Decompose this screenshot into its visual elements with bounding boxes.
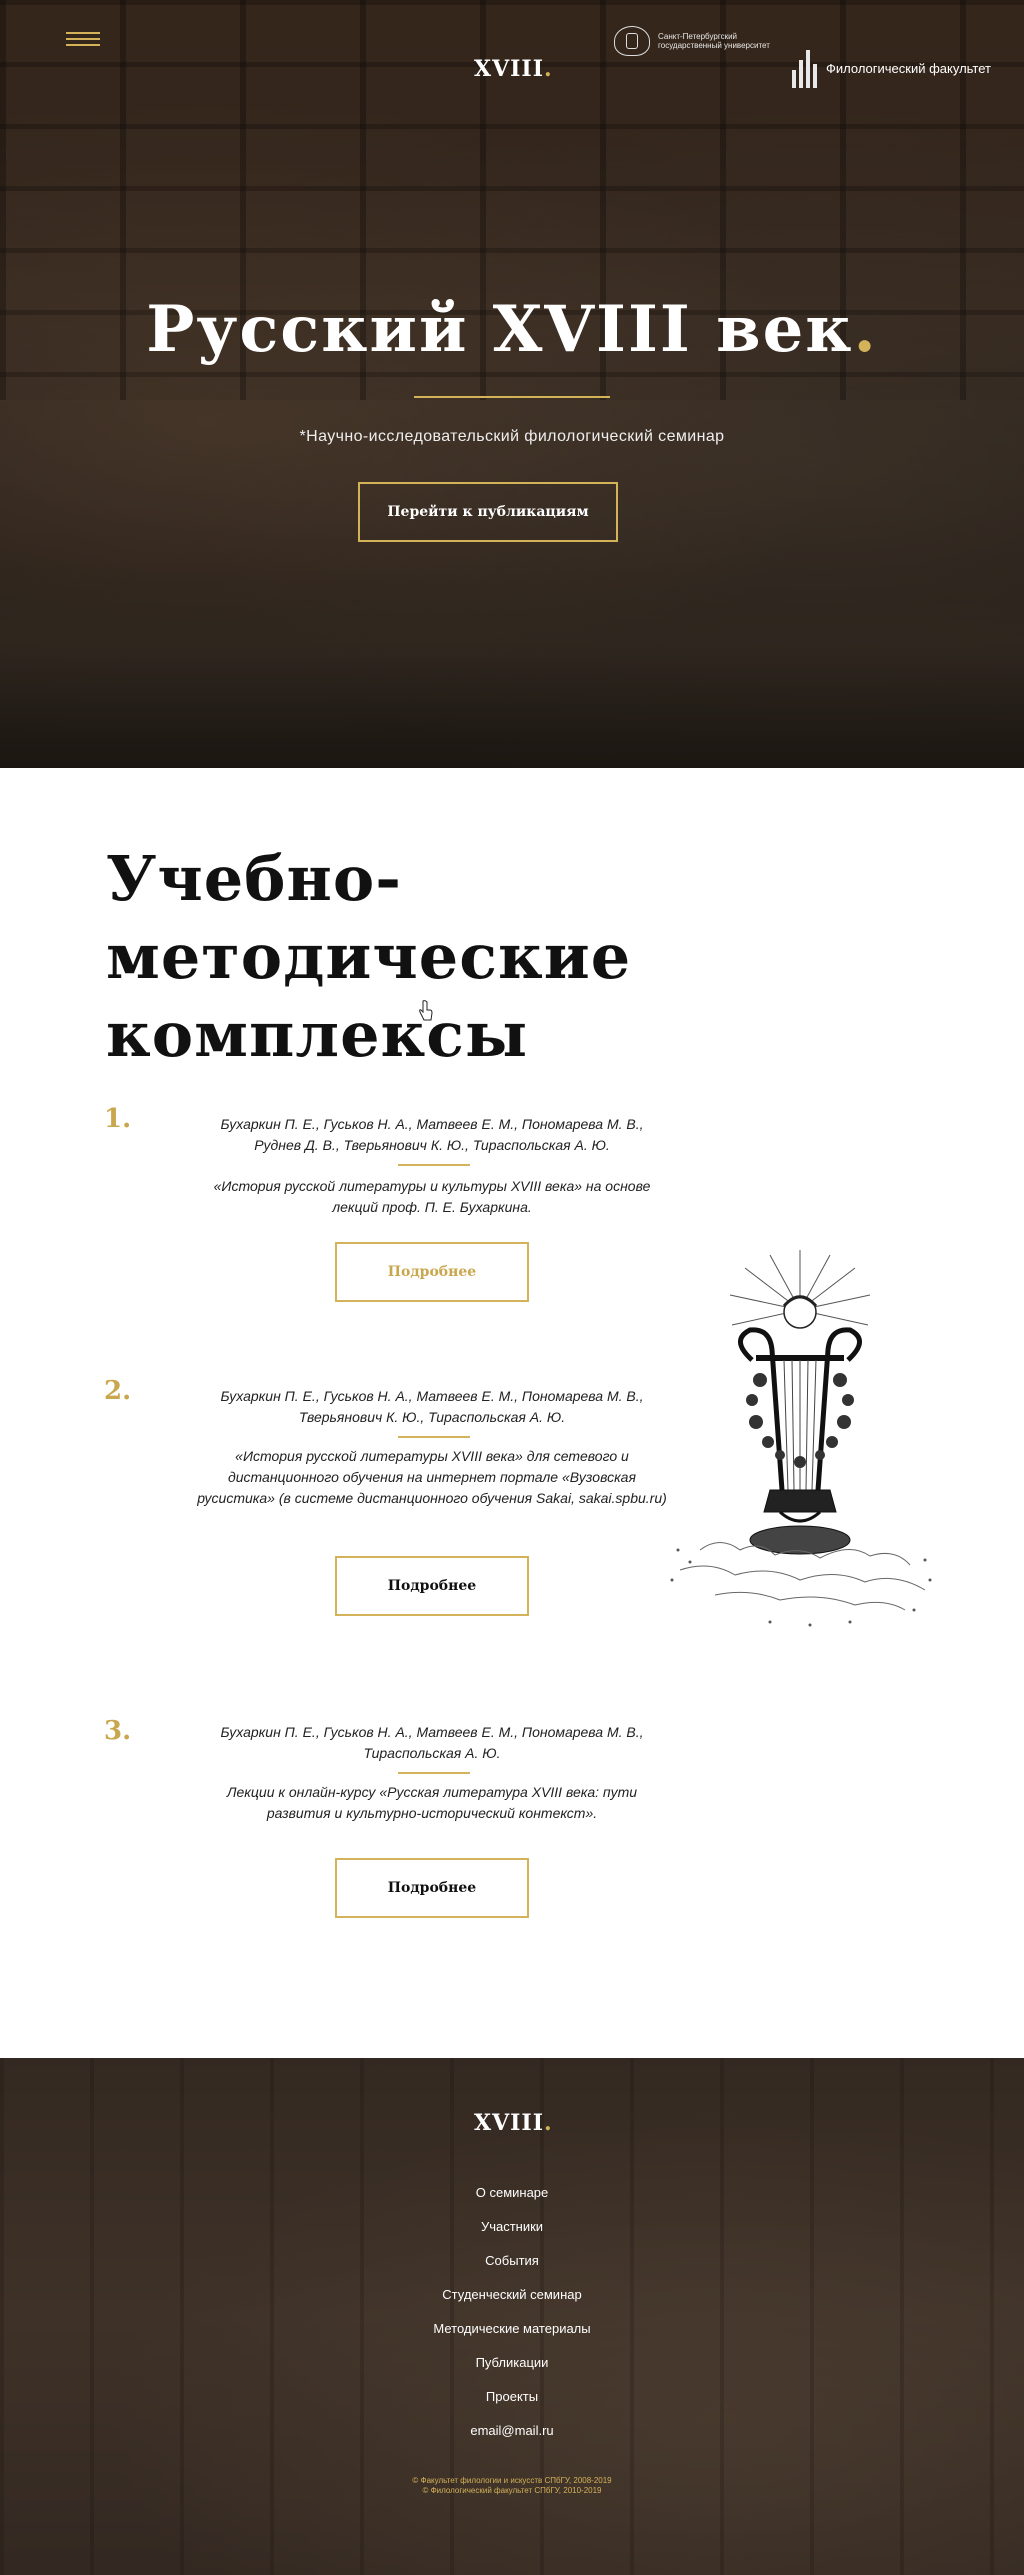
item-divider (398, 1772, 470, 1774)
item-divider (398, 1436, 470, 1438)
details-button[interactable]: Подробнее (335, 1242, 529, 1302)
item-description: Лекции к онлайн-курсу «Русская литератур… (226, 1784, 638, 1821)
footer-link-email[interactable]: email@mail.ru (0, 2414, 1024, 2448)
logo-dot: . (544, 56, 553, 82)
footer-link-projects[interactable]: Проекты (0, 2380, 1024, 2414)
item-number: 3. (104, 1716, 132, 1746)
item-number: 2. (104, 1376, 132, 1406)
hamburger-icon[interactable] (66, 32, 100, 50)
item-number: 1. (104, 1104, 132, 1134)
footer-link-student-seminar[interactable]: Студенческий семинар (0, 2278, 1024, 2312)
footer-nav: О семинаре Участники События Студенчески… (0, 2176, 1024, 2448)
item-authors: Бухаркин П. Е., Гуськов Н. А., Матвеев Е… (220, 1116, 644, 1153)
footer-link-members[interactable]: Участники (0, 2210, 1024, 2244)
item-divider (398, 1164, 470, 1166)
hero-subtitle: *Научно-исследовательский филологический… (299, 428, 725, 445)
hero-overlay (0, 0, 1024, 768)
copyright-line-2: © Филологический факультет СПбГУ, 2010-2… (422, 2486, 602, 2495)
footer-link-about[interactable]: О семинаре (0, 2176, 1024, 2210)
footer-link-materials[interactable]: Методические материалы (0, 2312, 1024, 2346)
site-logo[interactable]: XVIII. (474, 56, 553, 82)
hero-title: Русский XVIII век. (0, 292, 1024, 367)
spbu-emblem-icon (614, 26, 650, 56)
hero-divider (414, 396, 610, 398)
copyright-line-1: © Факультет филологии и искусств СПбГУ, … (412, 2476, 612, 2485)
university-name: Санкт-Петербургский государственный унив… (658, 32, 770, 50)
item-authors: Бухаркин П. Е., Гуськов Н. А., Матвеев Е… (220, 1388, 644, 1425)
footer-link-events[interactable]: События (0, 2244, 1024, 2278)
footer-logo[interactable]: XVIII. (474, 2110, 553, 2136)
faculty-building-icon (790, 48, 820, 88)
footer-link-publications[interactable]: Публикации (0, 2346, 1024, 2380)
footer: XVIII. О семинаре Участники События Студ… (0, 2058, 1024, 2575)
details-button[interactable]: Подробнее (335, 1858, 529, 1918)
hero-section: XVIII. Санкт-Петербургский государственн… (0, 0, 1024, 768)
section-title: Учебно-методические комплексы (106, 842, 632, 1071)
hero-title-dot: . (853, 292, 878, 367)
faculty-logo[interactable]: Филологический факультет (790, 48, 991, 88)
publications-button[interactable]: Перейти к публикациям (358, 482, 618, 542)
faculty-name: Филологический факультет (826, 60, 991, 76)
copyright: © Факультет филологии и искусств СПбГУ, … (0, 2476, 1024, 2496)
item-authors: Бухаркин П. Е., Гуськов Н. А., Матвеев Е… (220, 1724, 644, 1761)
hand-cursor-icon (419, 1000, 433, 1021)
item-description: «История русской литературы XVIII века» … (197, 1448, 667, 1506)
footer-logo-dot: . (544, 2110, 553, 2136)
details-button[interactable]: Подробнее (335, 1556, 529, 1616)
footer-logo-text: XVIII (474, 2110, 545, 2136)
hero-title-text: Русский XVIII век (146, 292, 854, 367)
spbu-logo[interactable]: Санкт-Петербургский государственный унив… (614, 26, 778, 56)
item-description: «История русской литературы и культуры X… (213, 1178, 651, 1215)
logo-text: XVIII (474, 56, 545, 82)
lyre-engraving-illustration (670, 1250, 932, 1627)
